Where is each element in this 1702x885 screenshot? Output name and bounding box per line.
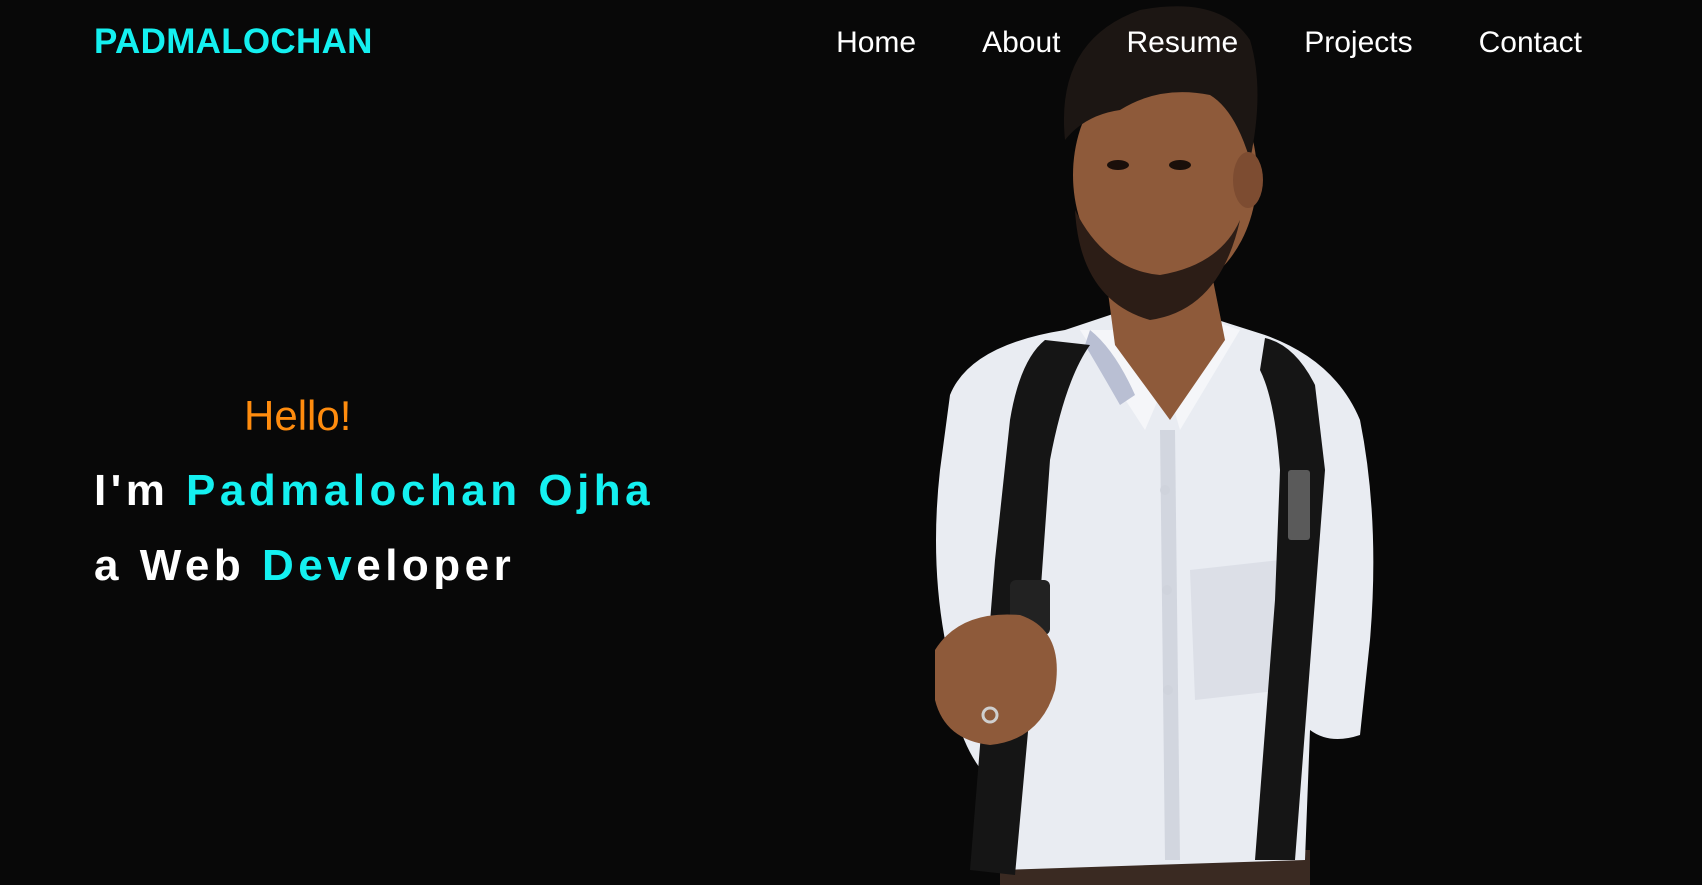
portrait-photo xyxy=(935,6,1374,885)
main-nav: Home About Resume Projects Contact xyxy=(836,24,1582,62)
hero-role-typed-rest: eloper xyxy=(356,541,516,590)
brand-logo[interactable]: PADMALOCHAN xyxy=(94,22,373,62)
hero-role-line: a Web Developer xyxy=(94,541,515,591)
hero-name: Padmalochan Ojha xyxy=(186,466,655,515)
hero-greeting: Hello! xyxy=(244,392,352,439)
hero-role-prefix: a Web xyxy=(94,541,263,590)
nav-resume[interactable]: Resume xyxy=(1127,24,1239,62)
nav-contact[interactable]: Contact xyxy=(1479,24,1582,62)
hero-role-typed-highlight: Dev xyxy=(262,541,357,590)
hero-intro-line: I'm Padmalochan Ojha xyxy=(94,466,654,516)
home-page: PADMALOCHAN Home About Resume Projects C… xyxy=(0,0,1702,885)
nav-about[interactable]: About xyxy=(982,24,1060,62)
nav-home[interactable]: Home xyxy=(836,24,916,62)
nav-projects[interactable]: Projects xyxy=(1304,24,1412,62)
hero-intro-prefix: I'm xyxy=(94,466,187,515)
